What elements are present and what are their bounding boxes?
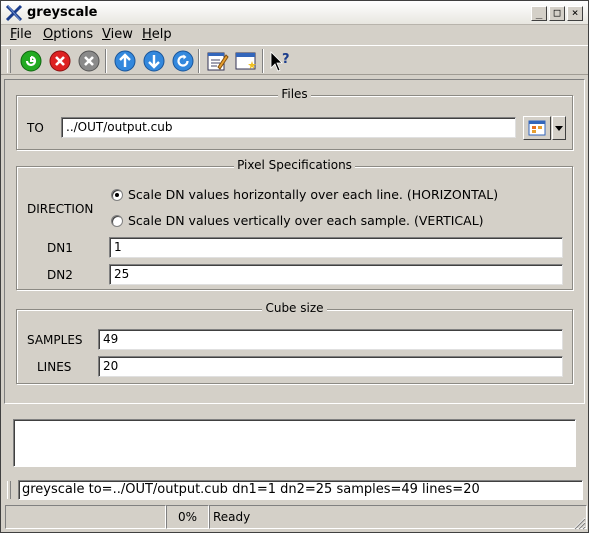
dn2-label: DN2: [47, 268, 73, 282]
up-button[interactable]: [113, 49, 137, 73]
toolbar-grip[interactable]: [7, 49, 11, 73]
chevron-down-icon: [555, 126, 563, 131]
title-bar[interactable]: greyscale _ □ ×: [1, 1, 588, 25]
edit-icon: [207, 52, 229, 71]
file-browse-dropdown[interactable]: [552, 116, 566, 140]
menu-help[interactable]: Help: [142, 27, 172, 42]
horizontal-option-label[interactable]: Scale DN values horizontally over each l…: [128, 187, 498, 202]
up-arrow-icon: [114, 50, 136, 72]
lines-label: LINES: [37, 360, 72, 374]
to-label: TO: [27, 121, 44, 135]
down-button[interactable]: [142, 49, 166, 73]
window-title: greyscale: [27, 5, 98, 20]
direction-label: DIRECTION: [27, 202, 94, 216]
edit-button[interactable]: [205, 49, 229, 73]
cube-size-group-title: Cube size: [262, 301, 327, 315]
cancel-button[interactable]: [77, 49, 101, 73]
stop-icon: [49, 50, 71, 72]
command-line-field[interactable]: greyscale to=../OUT/output.cub dn1=1 dn2…: [18, 480, 583, 500]
cancel-icon: [78, 50, 100, 72]
vertical-radio[interactable]: [111, 215, 123, 227]
cube-size-group: Cube size SAMPLES 49 LINES 20: [16, 301, 573, 384]
pixel-spec-group-title: Pixel Specifications: [234, 158, 355, 172]
dn2-field[interactable]: 25: [109, 264, 563, 285]
greyscale-window: greyscale _ □ × File Options View Help ?…: [0, 0, 589, 533]
minimize-button[interactable]: _: [531, 6, 547, 21]
window-icon: [235, 52, 256, 70]
x-logo-icon: [5, 4, 23, 22]
files-group: Files TO ../OUT/output.cub: [16, 87, 573, 150]
horizontal-radio[interactable]: [111, 189, 123, 201]
toolbar-separator: [262, 49, 264, 73]
toolbar-separator: [198, 49, 200, 73]
down-arrow-icon: [143, 50, 165, 72]
command-line-grip[interactable]: [7, 481, 11, 499]
refresh-icon: [172, 50, 194, 72]
file-browse-button[interactable]: [523, 116, 551, 140]
dn1-label: DN1: [47, 241, 73, 255]
status-message: Ready: [209, 505, 587, 529]
close-button[interactable]: ×: [567, 6, 583, 21]
whats-this-button[interactable]: ?: [268, 49, 292, 73]
toolbar-separator: [105, 49, 107, 73]
samples-label: SAMPLES: [27, 333, 83, 347]
progress-percent: 0%: [166, 505, 209, 529]
samples-field[interactable]: 49: [98, 329, 563, 350]
progress-bar: [5, 505, 166, 529]
menu-bar: File Options View Help: [1, 25, 588, 44]
log-output-area[interactable]: [13, 419, 576, 467]
resize-grip-icon[interactable]: [572, 516, 586, 530]
run-button[interactable]: [19, 49, 43, 73]
pixel-spec-group: Pixel Specifications DIRECTION Scale DN …: [16, 158, 573, 290]
vertical-option-label[interactable]: Scale DN values vertically over each sam…: [128, 213, 484, 228]
refresh-button[interactable]: [171, 49, 195, 73]
menu-file[interactable]: File: [10, 27, 32, 42]
file-browser-icon: [528, 120, 546, 136]
menu-options[interactable]: Options: [43, 27, 93, 42]
svg-text:?: ?: [282, 52, 290, 67]
toolbar: ?: [1, 45, 588, 75]
whats-this-icon: ?: [270, 51, 290, 72]
parameter-panel: Files TO ../OUT/output.cub Pixel Specifi…: [4, 79, 585, 404]
maximize-button[interactable]: □: [549, 6, 565, 21]
dn1-field[interactable]: 1: [109, 237, 563, 258]
lines-field[interactable]: 20: [98, 356, 563, 377]
files-group-title: Files: [278, 87, 311, 101]
run-icon: [20, 50, 42, 72]
stop-button[interactable]: [48, 49, 72, 73]
to-field[interactable]: ../OUT/output.cub: [61, 117, 516, 138]
menu-view[interactable]: View: [102, 27, 133, 42]
window-button[interactable]: [234, 49, 258, 73]
